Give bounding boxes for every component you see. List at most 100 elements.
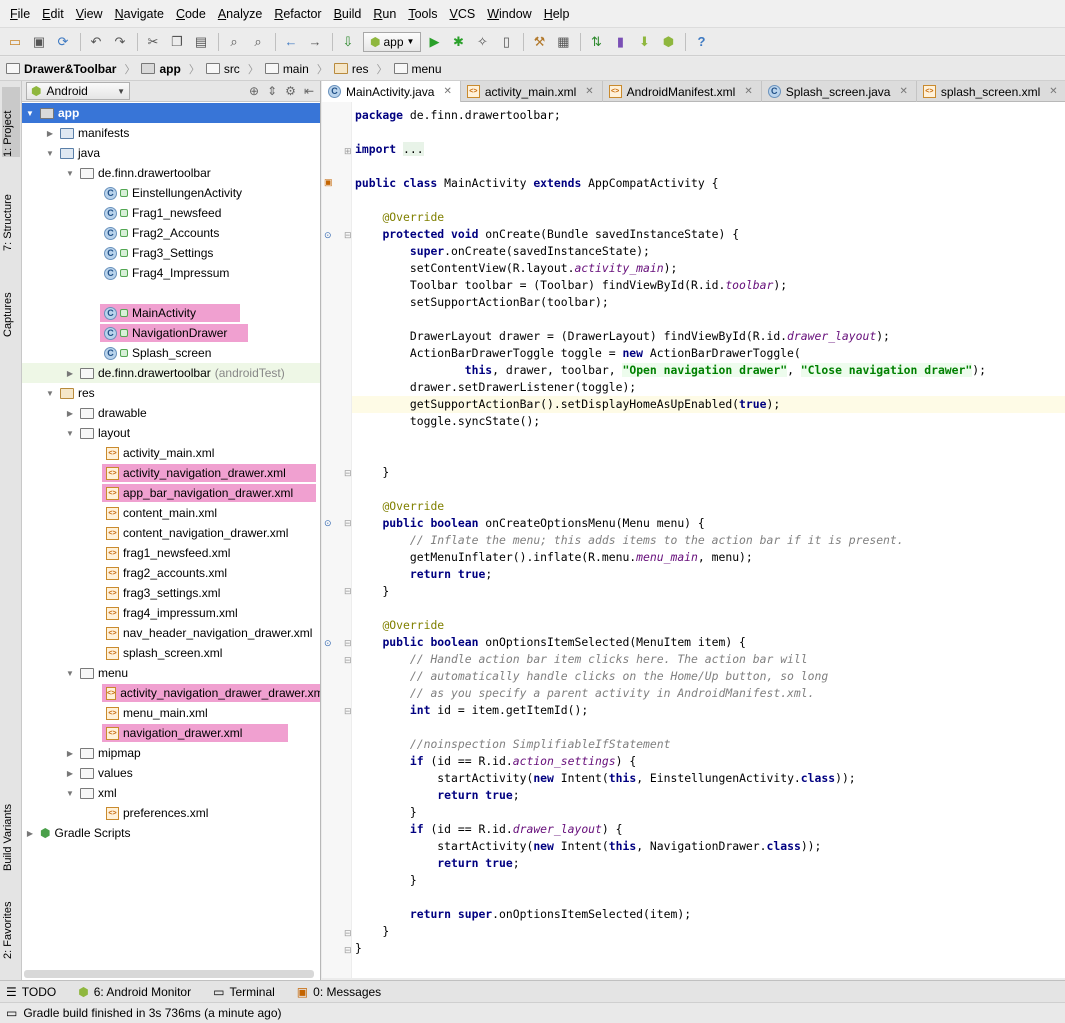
collapse-all-icon[interactable]: ⇕	[267, 84, 277, 98]
tree-item-xml-file[interactable]: <> frag2_accounts.xml	[106, 563, 227, 583]
menu-vcs[interactable]: VCS	[444, 0, 482, 28]
fold-icon[interactable]: ⊟	[344, 468, 352, 479]
project-structure-icon[interactable]: ⚒	[528, 31, 550, 53]
sync-gradle-icon[interactable]: ⇅	[585, 31, 607, 53]
menu-edit[interactable]: Edit	[36, 0, 70, 28]
run-icon[interactable]: ▶	[423, 31, 445, 53]
tree-item-package[interactable]: ▼ de.finn.drawertoolbar	[64, 163, 211, 183]
tree-item-xml-file[interactable]: <> nav_header_navigation_drawer.xml	[106, 623, 312, 643]
forward-icon[interactable]: →	[304, 31, 326, 53]
close-icon[interactable]: ✕	[585, 86, 593, 97]
project-view-select[interactable]: ⬢ Android ▼	[26, 82, 130, 100]
replace-icon[interactable]: ⌕	[247, 31, 269, 53]
avd-manager-icon[interactable]: ▮	[609, 31, 631, 53]
gear-icon[interactable]: ⚙	[285, 84, 296, 98]
tree-item-class[interactable]: C Frag4_Impressum	[104, 263, 229, 283]
copy-icon[interactable]: ❐	[166, 31, 188, 53]
tree-item-class[interactable]: C MainActivity	[104, 303, 196, 323]
tree-item-layout[interactable]: ▼ layout	[64, 423, 130, 443]
fold-icon[interactable]: ⊟	[344, 518, 352, 529]
open-folder-icon[interactable]: ▭	[4, 31, 26, 53]
android-monitor-tool-button[interactable]: ⬢ 6: Android Monitor	[78, 985, 191, 999]
debug-icon[interactable]: ✱	[447, 31, 469, 53]
breadcrumb-menu[interactable]: menu	[393, 62, 448, 76]
save-icon[interactable]: ▣	[28, 31, 50, 53]
attach-debugger-icon[interactable]: ✧	[471, 31, 493, 53]
menu-help[interactable]: Help	[538, 0, 576, 28]
tree-item-values[interactable]: ▶ values	[64, 763, 133, 783]
breadcrumb-project[interactable]: Drawer&Toolbar 〉	[6, 61, 141, 77]
status-panel-icon[interactable]: ▭	[6, 1006, 17, 1020]
fold-icon[interactable]: ⊟	[344, 945, 352, 956]
tree-item-xml-file[interactable]: <> navigation_drawer.xml	[106, 723, 242, 743]
fold-icon[interactable]: ⊟	[344, 706, 352, 717]
tree-item-xml[interactable]: ▼ xml	[64, 783, 117, 803]
menu-tools[interactable]: Tools	[402, 0, 443, 28]
tree-item-xml-file[interactable]: <> frag3_settings.xml	[106, 583, 220, 603]
scroll-from-source-icon[interactable]: ⊕	[249, 84, 259, 98]
cut-icon[interactable]: ✂	[142, 31, 164, 53]
help-icon[interactable]: ?	[690, 31, 712, 53]
tree-item-xml-file[interactable]: <> activity_navigation_drawer_drawer.xml	[106, 683, 320, 703]
messages-tool-button[interactable]: ▣ 0: Messages	[297, 985, 381, 999]
back-icon[interactable]: ←	[280, 31, 302, 53]
menu-navigate[interactable]: Navigate	[109, 0, 170, 28]
tree-item-manifests[interactable]: ▶ manifests	[44, 123, 129, 143]
tree-item-xml-file[interactable]: <> frag4_impressum.xml	[106, 603, 238, 623]
fold-icon[interactable]: ⊟	[344, 586, 352, 597]
fold-icon[interactable]: ⊟	[344, 928, 352, 939]
tree-item-menu[interactable]: ▼ menu	[64, 663, 128, 683]
tab-splash-screen-java[interactable]: C Splash_screen.java ✕	[762, 81, 917, 102]
android-device-monitor-icon[interactable]: ⬢	[657, 31, 679, 53]
make-project-icon[interactable]: ⇩	[337, 31, 359, 53]
tree-item-class[interactable]: C Frag1_newsfeed	[104, 203, 221, 223]
override-marker-icon[interactable]: ⊙	[324, 230, 332, 241]
tree-item-xml-file[interactable]: <> app_bar_navigation_drawer.xml	[106, 483, 293, 503]
tab-androidmanifest-xml[interactable]: <> AndroidManifest.xml ✕	[603, 81, 762, 102]
tree-item-xml-file[interactable]: <> preferences.xml	[106, 803, 208, 823]
tree-item-class[interactable]: C Frag2_Accounts	[104, 223, 219, 243]
project-tool-tab[interactable]: 1: Project	[2, 87, 20, 157]
paste-icon[interactable]: ▤	[190, 31, 212, 53]
hide-panel-icon[interactable]: ⇤	[304, 84, 314, 98]
tree-item-xml-file[interactable]: <> content_main.xml	[106, 503, 217, 523]
undo-icon[interactable]: ↶	[85, 31, 107, 53]
close-icon[interactable]: ✕	[744, 86, 752, 97]
fold-icon[interactable]: ⊟	[344, 655, 352, 666]
captures-tool-tab[interactable]: Captures	[2, 271, 20, 337]
menu-build[interactable]: Build	[328, 0, 368, 28]
tree-item-drawable[interactable]: ▶ drawable	[64, 403, 147, 423]
fold-icon[interactable]: ⊞	[344, 146, 352, 157]
tree-item-xml-file[interactable]: <> menu_main.xml	[106, 703, 208, 723]
close-icon[interactable]: ✕	[443, 86, 451, 97]
tree-item-xml-file[interactable]: <> content_navigation_drawer.xml	[106, 523, 288, 543]
breadcrumb-res[interactable]: res 〉	[333, 61, 394, 77]
tab-activity-main-xml[interactable]: <> activity_main.xml ✕	[461, 81, 603, 102]
tree-item-test-package[interactable]: ▶ de.finn.drawertoolbar (androidTest)	[64, 363, 285, 383]
tree-item-mipmap[interactable]: ▶ mipmap	[64, 743, 141, 763]
tree-item-xml-file[interactable]: <> frag1_newsfeed.xml	[106, 543, 230, 563]
redo-icon[interactable]: ↷	[109, 31, 131, 53]
tree-item-class[interactable]: C Frag3_Settings	[104, 243, 213, 263]
run-configuration-select[interactable]: ⬢ app ▼	[363, 31, 422, 52]
close-icon[interactable]: ✕	[899, 86, 907, 97]
tab-mainactivity-java[interactable]: C MainActivity.java ✕	[322, 81, 461, 102]
menu-run[interactable]: Run	[367, 0, 402, 28]
tree-item-class[interactable]: C EinstellungenActivity	[104, 183, 242, 203]
tree-item-xml-file[interactable]: <> splash_screen.xml	[106, 643, 222, 663]
sync-icon[interactable]: ⟳	[52, 31, 74, 53]
todo-tool-button[interactable]: ☰ TODO	[6, 985, 56, 999]
tree-item-xml-file[interactable]: <> activity_navigation_drawer.xml	[106, 463, 286, 483]
stop-device-icon[interactable]: ▯	[495, 31, 517, 53]
menu-analyze[interactable]: Analyze	[212, 0, 268, 28]
tree-item-res[interactable]: ▼ res	[44, 383, 95, 403]
menu-code[interactable]: Code	[170, 0, 212, 28]
structure-tool-tab[interactable]: 7: Structure	[2, 171, 20, 251]
override-marker-icon[interactable]: ⊙	[324, 638, 332, 649]
menu-file[interactable]: File	[4, 0, 36, 28]
tab-splash-screen-xml[interactable]: <> splash_screen.xml ✕	[917, 81, 1065, 102]
sdk-manager-icon[interactable]: ⬇	[633, 31, 655, 53]
tree-item-xml-file[interactable]: <> activity_main.xml	[106, 443, 214, 463]
find-icon[interactable]: ⌕	[223, 31, 245, 53]
favorites-tool-tab[interactable]: 2: Favorites	[2, 889, 20, 959]
